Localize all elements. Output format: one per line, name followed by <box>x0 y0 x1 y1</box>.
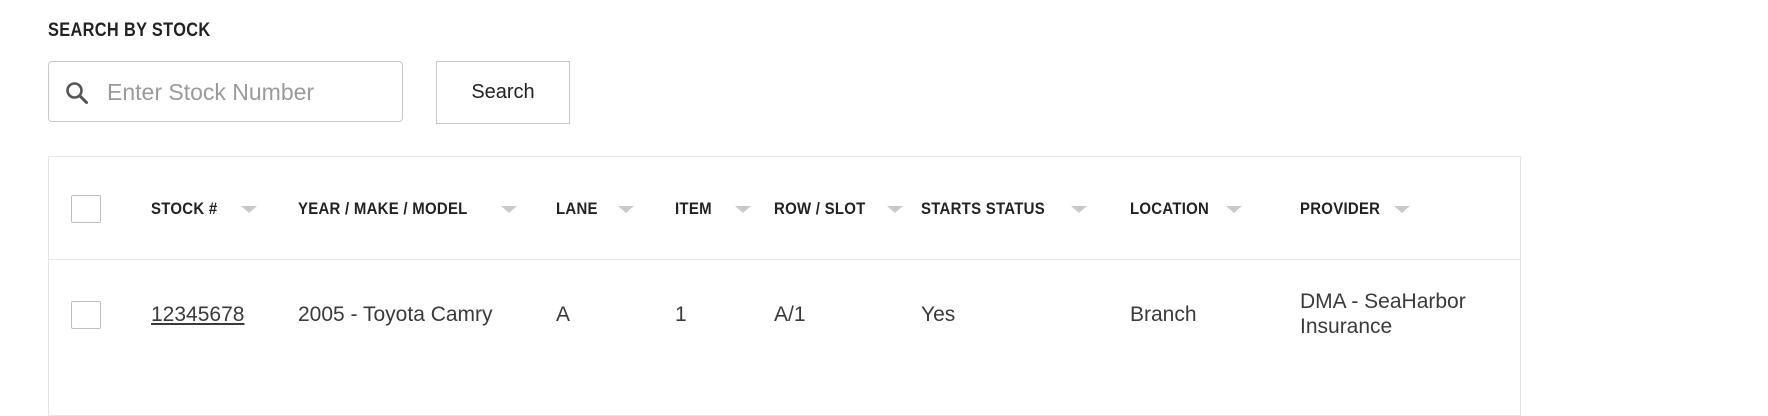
stock-number-link[interactable]: 12345678 <box>151 303 244 327</box>
provider-cell: DMA - SeaHarbor Insurance <box>1300 290 1466 338</box>
column-header-year-make-model[interactable]: YEAR / MAKE / MODEL <box>298 197 491 221</box>
sort-caret-icon[interactable] <box>1394 206 1410 213</box>
row-select-checkbox[interactable] <box>71 301 101 329</box>
sort-caret-icon[interactable] <box>1226 206 1242 213</box>
search-by-stock-heading: SEARCH BY STOCK <box>48 20 211 41</box>
sort-caret-icon[interactable] <box>501 206 517 213</box>
column-header-stock[interactable]: STOCK # <box>151 197 226 221</box>
stock-results-table: STOCK # YEAR / MAKE / MODEL LANE ITEM RO… <box>48 156 1521 416</box>
table-row: 12345678 2005 - Toyota Camry A 1 A/1 Yes… <box>49 260 1520 370</box>
stock-search-field[interactable] <box>48 61 403 122</box>
item-cell: 1 <box>675 303 687 326</box>
column-header-provider[interactable]: PROVIDER <box>1300 197 1391 221</box>
row-slot-cell: A/1 <box>774 303 806 326</box>
column-header-location[interactable]: LOCATION <box>1130 197 1220 221</box>
search-button[interactable]: Search <box>436 61 570 124</box>
sort-caret-icon[interactable] <box>735 206 751 213</box>
lane-cell: A <box>556 303 571 326</box>
stock-number-input[interactable] <box>107 74 392 110</box>
starts-status-cell: Yes <box>921 303 956 326</box>
search-icon <box>65 81 89 105</box>
column-header-lane[interactable]: LANE <box>556 197 603 221</box>
select-all-checkbox[interactable] <box>71 195 101 223</box>
column-header-starts-status[interactable]: STARTS STATUS <box>921 197 1062 221</box>
sort-caret-icon[interactable] <box>241 206 257 213</box>
year-make-model-cell: 2005 - Toyota Camry <box>298 303 493 326</box>
location-cell: Branch <box>1130 303 1197 326</box>
table-header-row: STOCK # YEAR / MAKE / MODEL LANE ITEM RO… <box>49 157 1520 260</box>
sort-caret-icon[interactable] <box>887 206 903 213</box>
column-header-row-slot[interactable]: ROW / SLOT <box>774 197 878 221</box>
column-header-item[interactable]: ITEM <box>675 197 717 221</box>
sort-caret-icon[interactable] <box>1071 206 1087 213</box>
sort-caret-icon[interactable] <box>618 206 634 213</box>
